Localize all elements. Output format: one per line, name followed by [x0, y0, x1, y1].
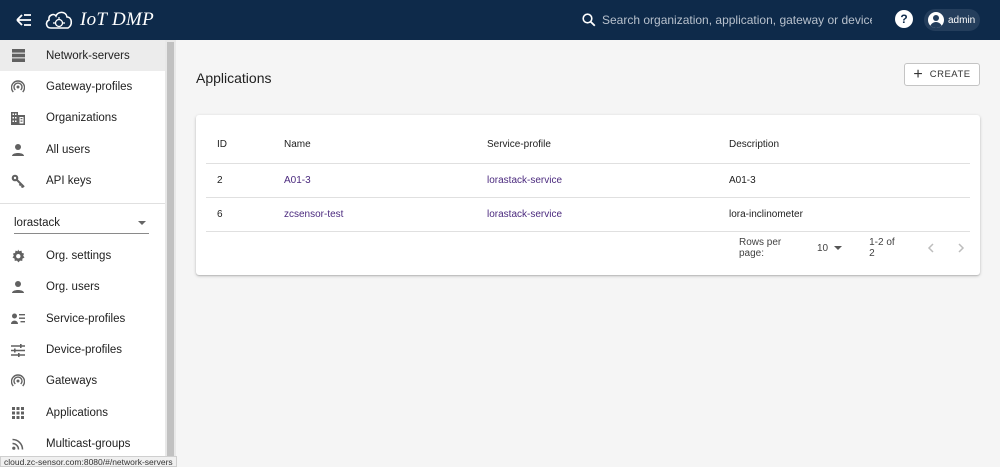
sidebar-item-label: Multicast-groups — [46, 437, 131, 450]
pagination-range: 1-2 of 2 — [869, 237, 895, 259]
apps-grid-icon — [11, 406, 25, 420]
person-icon — [11, 280, 25, 294]
cell-description: A01-3 — [729, 163, 970, 198]
account-details-icon — [11, 312, 25, 326]
sidebar: Network-servers Gateway-profiles Organiz… — [0, 40, 165, 467]
search-bar — [582, 8, 882, 32]
dropdown-arrow-icon — [138, 220, 146, 225]
sidebar-item-label: Gateway-profiles — [46, 80, 133, 93]
table-header-row: ID Name Service-profile Description — [206, 126, 970, 164]
app-title: IoT DMP — [80, 9, 155, 30]
table-row[interactable]: 6 zcsensor-test lorastack-service lora-i… — [206, 197, 970, 232]
applications-card: ID Name Service-profile Description 2 A0… — [196, 115, 980, 275]
next-page-button[interactable] — [953, 239, 970, 257]
rows-per-page-value: 10 — [817, 242, 829, 254]
broadcast-icon — [11, 80, 25, 94]
cell-description: lora-inclinometer — [729, 197, 970, 232]
plus-icon: + — [913, 65, 923, 83]
sidebar-item-label: Device-profiles — [46, 344, 123, 357]
cloud-logo-icon — [45, 11, 73, 29]
organization-select[interactable]: lorastack — [14, 212, 149, 235]
table-row[interactable]: 2 A01-3 lorastack-service A01-3 — [206, 163, 970, 198]
service-profile-link[interactable]: lorastack-service — [487, 209, 562, 220]
applications-table: ID Name Service-profile Description 2 A0… — [206, 126, 970, 232]
sidebar-scrollbar[interactable] — [165, 40, 176, 467]
column-header-id: ID — [206, 126, 284, 164]
column-header-name: Name — [284, 126, 487, 164]
table-pagination: Rows per page: 10 1-2 of 2 — [736, 237, 970, 259]
top-app-bar: IoT DMP ? admin — [0, 0, 1000, 40]
browser-status-bar: cloud.zc-sensor.com:8080/#/network-serve… — [0, 456, 177, 467]
column-header-description: Description — [729, 126, 970, 164]
sidebar-item-label: Network-servers — [46, 49, 130, 62]
rows-per-page-select[interactable]: 10 — [817, 243, 845, 254]
application-name-link[interactable]: zcsensor-test — [284, 209, 343, 220]
sidebar-item-gateway-profiles[interactable]: Gateway-profiles — [0, 71, 165, 102]
app-logo[interactable]: IoT DMP — [44, 8, 154, 32]
chevron-right-icon — [958, 243, 965, 253]
server-icon — [11, 49, 25, 63]
create-button[interactable]: + CREATE — [904, 63, 980, 86]
person-icon — [11, 143, 25, 157]
chevron-left-icon — [928, 243, 934, 253]
page-title: Applications — [196, 70, 272, 86]
sidebar-item-label: Org. users — [46, 281, 100, 294]
scrollbar-thumb[interactable] — [167, 42, 174, 465]
sidebar-item-service-profiles[interactable]: Service-profiles — [0, 303, 165, 334]
rss-icon — [11, 437, 25, 451]
sidebar-divider — [0, 203, 165, 205]
sidebar-item-label: API keys — [46, 174, 92, 187]
sidebar-item-org-users[interactable]: Org. users — [0, 272, 165, 303]
create-button-label: CREATE — [929, 69, 971, 80]
broadcast-icon — [11, 374, 25, 388]
sidebar-item-all-users[interactable]: All users — [0, 134, 165, 165]
user-menu-button[interactable]: admin — [924, 9, 980, 31]
rows-per-page-label: Rows per page: — [739, 237, 782, 259]
sidebar-item-label: All users — [46, 143, 91, 156]
sidebar-item-label: Organizations — [46, 112, 117, 125]
avatar-icon — [928, 12, 944, 28]
service-profile-link[interactable]: lorastack-service — [487, 175, 562, 186]
sidebar-item-organizations[interactable]: Organizations — [0, 103, 165, 134]
user-name: admin — [948, 14, 976, 26]
sidebar-item-label: Gateways — [46, 375, 98, 388]
sidebar-item-label: Applications — [46, 406, 109, 419]
sidebar-item-label: Org. settings — [46, 250, 112, 263]
sidebar-item-applications[interactable]: Applications — [0, 397, 165, 428]
application-name-link[interactable]: A01-3 — [284, 175, 311, 186]
cell-id: 2 — [206, 163, 284, 198]
sidebar-item-network-servers[interactable]: Network-servers — [0, 40, 165, 72]
building-icon — [11, 111, 25, 125]
menu-back-icon[interactable] — [12, 8, 36, 32]
search-input[interactable] — [602, 13, 872, 27]
gear-icon — [11, 249, 25, 263]
sidebar-item-multicast-groups[interactable]: Multicast-groups — [0, 428, 165, 459]
sidebar-item-label: Service-profiles — [46, 312, 126, 325]
sidebar-item-device-profiles[interactable]: Device-profiles — [0, 334, 165, 365]
organization-select-value: lorastack — [14, 216, 61, 229]
search-icon — [582, 13, 596, 27]
sidebar-item-org-settings[interactable]: Org. settings — [0, 240, 165, 271]
sidebar-item-gateways[interactable]: Gateways — [0, 366, 165, 397]
key-icon — [11, 174, 25, 188]
help-icon[interactable]: ? — [895, 10, 913, 28]
tune-icon — [11, 343, 25, 357]
sidebar-item-api-keys[interactable]: API keys — [0, 165, 165, 196]
dropdown-arrow-icon — [834, 246, 843, 250]
column-header-service-profile: Service-profile — [487, 126, 729, 164]
cell-id: 6 — [206, 197, 284, 232]
previous-page-button[interactable] — [923, 239, 940, 257]
